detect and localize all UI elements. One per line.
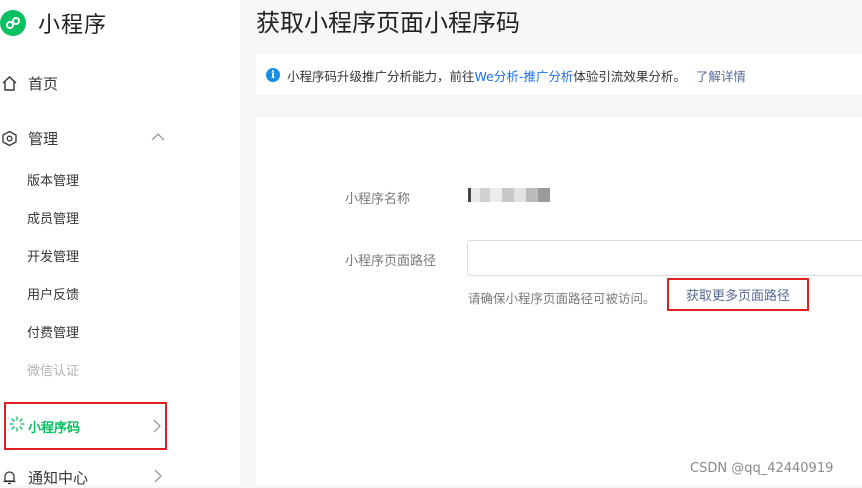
we-analysis-link[interactable]: We分析-推广分析 bbox=[475, 66, 574, 85]
chevron-up-icon[interactable] bbox=[149, 128, 167, 146]
mini-program-name-value-redacted bbox=[468, 188, 550, 202]
app-logo[interactable]: 小程序 bbox=[0, 5, 107, 41]
page-title: 获取小程序页面小程序码 bbox=[256, 9, 520, 37]
info-icon: i bbox=[266, 68, 280, 82]
notice-text-before: 小程序码升级推广分析能力，前往 bbox=[287, 68, 475, 84]
manage-icon bbox=[0, 130, 18, 148]
sidebar-item-manage-label: 管理 bbox=[28, 130, 59, 148]
sidebar-item-home-label: 首页 bbox=[28, 75, 59, 93]
sidebar: 小程序 首页 管理 版本管理 成员管理 开发管理 用户反馈 付费管理 微信认证 … bbox=[0, 0, 240, 487]
learn-more-link[interactable]: 了解详情 bbox=[696, 66, 746, 85]
app-title: 小程序 bbox=[38, 13, 108, 38]
path-hint: 请确保小程序页面路径可被访问。 bbox=[468, 291, 656, 306]
sidebar-item-home[interactable]: 首页 bbox=[0, 73, 58, 94]
sidebar-item-members[interactable]: 成员管理 bbox=[27, 208, 79, 227]
path-label: 小程序页面路径 bbox=[345, 254, 437, 269]
bell-icon bbox=[0, 469, 18, 487]
sidebar-item-feedback[interactable]: 用户反馈 bbox=[27, 284, 79, 303]
home-icon bbox=[0, 75, 18, 93]
notice-text-after: 体验引流效果分析。 bbox=[573, 68, 686, 84]
sidebar-item-payment[interactable]: 付费管理 bbox=[27, 322, 79, 341]
name-label: 小程序名称 bbox=[345, 192, 411, 207]
watermark: CSDN @qq_42440919 bbox=[690, 461, 834, 476]
notice-banner: i 小程序码升级推广分析能力，前往 We分析-推广分析 体验引流效果分析。 了解… bbox=[256, 55, 862, 95]
qrcode-icon bbox=[9, 416, 27, 434]
sidebar-item-verification: 微信认证 bbox=[27, 364, 80, 379]
sidebar-item-development[interactable]: 开发管理 bbox=[27, 246, 79, 265]
get-more-paths-link[interactable]: 获取更多页面路径 bbox=[667, 278, 809, 311]
chevron-right-icon[interactable] bbox=[149, 467, 167, 485]
chevron-right-icon bbox=[148, 417, 166, 435]
sidebar-item-version[interactable]: 版本管理 bbox=[27, 170, 79, 189]
page-path-input[interactable] bbox=[467, 240, 862, 276]
sidebar-item-qrcode-label: 小程序码 bbox=[28, 421, 81, 436]
mini-program-logo-icon bbox=[0, 10, 26, 36]
sidebar-item-manage[interactable]: 管理 bbox=[0, 128, 58, 149]
get-more-paths-label: 获取更多页面路径 bbox=[685, 289, 790, 304]
sidebar-item-qrcode[interactable]: 小程序码 bbox=[4, 402, 167, 450]
